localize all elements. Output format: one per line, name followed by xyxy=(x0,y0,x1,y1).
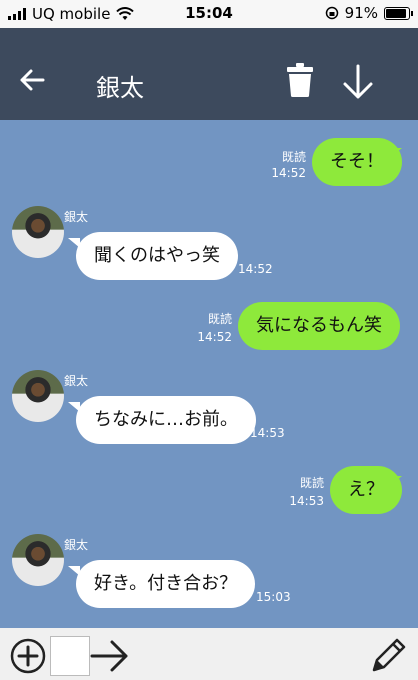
bubble-tail xyxy=(390,148,402,158)
battery-percent: 91% xyxy=(344,4,378,22)
message-time: 14:53 xyxy=(289,494,324,508)
message-time: 15:03 xyxy=(256,590,291,604)
read-receipt: 既読 xyxy=(299,476,324,490)
message-time: 14:52 xyxy=(197,330,232,344)
avatar[interactable] xyxy=(12,534,64,586)
message-input[interactable] xyxy=(50,636,90,676)
message-bubble-outgoing[interactable]: 気になるもん笑 xyxy=(238,302,400,350)
plus-circle-icon[interactable] xyxy=(10,638,46,674)
sender-name: 銀太 xyxy=(64,210,89,224)
bubble-tail xyxy=(384,312,396,322)
message-bubble-incoming[interactable]: 好き。付き合お？ xyxy=(76,560,256,608)
message-time: 14:53 xyxy=(250,426,285,440)
orientation-lock-icon xyxy=(325,6,338,20)
message-time: 14:52 xyxy=(238,262,273,276)
arrow-right-icon[interactable] xyxy=(90,638,130,674)
arrow-down-icon[interactable] xyxy=(342,64,374,100)
chat-area: 既読 14:52 そそ！ 銀太 聞くのはやっ笑 14:52 既読 14:52 気… xyxy=(0,120,418,628)
battery-icon xyxy=(384,6,413,20)
chat-title: 銀太 xyxy=(96,74,144,102)
read-receipt: 既読 xyxy=(281,150,306,164)
message-bubble-outgoing[interactable]: そそ！ xyxy=(312,138,402,186)
chat-header: 銀太 xyxy=(0,28,418,120)
read-receipt: 既読 xyxy=(207,312,232,326)
bubble-tail xyxy=(390,476,402,486)
status-bar: UQ mobile 15:04 91% xyxy=(0,0,418,28)
pencil-icon[interactable] xyxy=(368,636,408,676)
sender-name: 銀太 xyxy=(64,538,89,552)
input-bar xyxy=(0,628,418,680)
sender-name: 銀太 xyxy=(64,374,89,388)
message-bubble-incoming[interactable]: ちなみに…お前。 xyxy=(76,396,256,444)
arrow-left-icon[interactable] xyxy=(18,66,46,94)
battery-group: 91% xyxy=(325,4,413,22)
message-time: 14:52 xyxy=(271,166,306,180)
avatar[interactable] xyxy=(12,370,64,422)
message-bubble-outgoing[interactable]: え？ xyxy=(330,466,402,514)
trash-icon[interactable] xyxy=(286,62,314,98)
message-bubble-incoming[interactable]: 聞くのはやっ笑 xyxy=(76,232,238,280)
avatar[interactable] xyxy=(12,206,64,258)
